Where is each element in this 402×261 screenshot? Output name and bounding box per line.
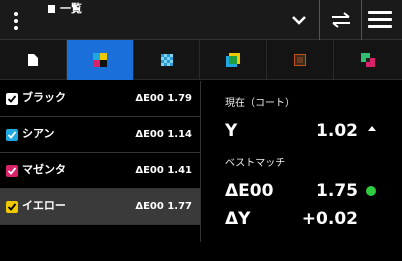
best-match-label: ベストマッチ bbox=[225, 158, 286, 169]
page-title: 一覧 bbox=[60, 2, 82, 15]
checkbox[interactable] bbox=[6, 165, 18, 177]
tab-mosaic[interactable] bbox=[267, 40, 334, 80]
current-channel: Y bbox=[225, 121, 238, 141]
current-label: 現在（コート） bbox=[225, 98, 295, 109]
delta-e-value: 1.75 bbox=[316, 181, 358, 201]
overlay-icon bbox=[226, 53, 240, 67]
separator bbox=[361, 0, 362, 40]
tab-checker[interactable] bbox=[134, 40, 200, 80]
sort-up-icon[interactable] bbox=[368, 126, 376, 131]
tab-bar bbox=[0, 40, 402, 80]
list-item-label: マゼンタ bbox=[22, 163, 66, 176]
list-item-partial[interactable] bbox=[0, 225, 200, 261]
top-bar: 一覧 bbox=[0, 0, 402, 40]
list-item-value: ΔE00 1.14 bbox=[135, 129, 192, 140]
detail-panel: 現在（コート） Y 1.02 ベストマッチ ΔE00 1.75 ΔY +0.02 bbox=[201, 81, 402, 242]
list-item-value: ΔE00 1.77 bbox=[135, 201, 192, 212]
document-icon bbox=[48, 5, 55, 13]
tab-document[interactable] bbox=[0, 40, 67, 80]
checkbox[interactable] bbox=[6, 201, 18, 213]
compare-icon bbox=[361, 53, 375, 67]
chevron-down-icon[interactable] bbox=[288, 10, 310, 30]
tab-overlay[interactable] bbox=[200, 40, 267, 80]
list-item-black[interactable]: ブラック ΔE00 1.79 bbox=[0, 81, 200, 117]
document-icon bbox=[28, 54, 38, 66]
menu-icon[interactable] bbox=[368, 11, 392, 29]
mosaic-icon bbox=[294, 54, 306, 66]
checkbox[interactable] bbox=[6, 93, 18, 105]
list-item-value: ΔE00 1.41 bbox=[135, 165, 192, 176]
list-item-value: ΔE00 1.79 bbox=[135, 93, 192, 104]
tab-color-patches[interactable] bbox=[67, 40, 134, 80]
delta-y-label: ΔY bbox=[225, 209, 251, 229]
list-item-label: ブラック bbox=[22, 91, 66, 104]
more-options-icon[interactable] bbox=[12, 10, 20, 32]
checker-icon bbox=[160, 54, 173, 66]
list-item-magenta[interactable]: マゼンタ ΔE00 1.41 bbox=[0, 153, 200, 189]
delta-y-value: +0.02 bbox=[301, 209, 358, 229]
list-item-yellow[interactable]: イエロー ΔE00 1.77 bbox=[0, 189, 200, 225]
separator bbox=[319, 0, 320, 40]
delta-e-label: ΔE00 bbox=[225, 181, 274, 201]
current-value: 1.02 bbox=[316, 121, 358, 141]
tab-compare[interactable] bbox=[334, 40, 402, 80]
color-patches-icon bbox=[93, 53, 107, 67]
list-item-label: シアン bbox=[22, 127, 55, 140]
patch-list: ブラック ΔE00 1.79 シアン ΔE00 1.14 マゼンタ ΔE00 1… bbox=[0, 81, 200, 261]
checkbox[interactable] bbox=[6, 129, 18, 141]
list-item-cyan[interactable]: シアン ΔE00 1.14 bbox=[0, 117, 200, 153]
status-dot-icon bbox=[366, 186, 376, 196]
list-item-label: イエロー bbox=[22, 199, 66, 212]
swap-icon[interactable] bbox=[329, 10, 353, 30]
